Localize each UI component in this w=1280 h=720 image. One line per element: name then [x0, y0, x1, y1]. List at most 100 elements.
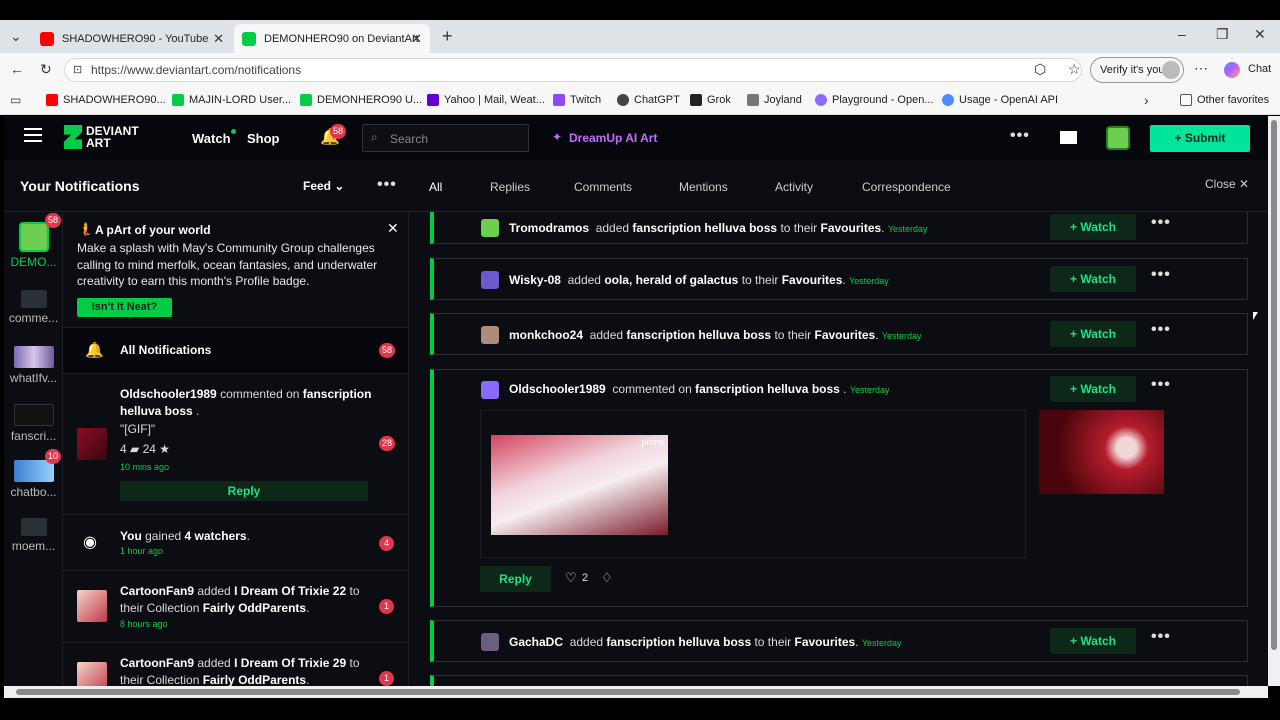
tab-activity[interactable]: Activity — [775, 180, 813, 194]
count-badge: 28 — [379, 436, 396, 451]
close-button[interactable]: Close ✕ — [1205, 177, 1249, 191]
site-info-icon[interactable]: ⊡ — [73, 59, 82, 81]
feed-row[interactable]: Tromodramos added fanscription helluva b… — [430, 212, 1248, 244]
avatar — [77, 428, 107, 460]
profile-avatar — [1162, 61, 1180, 79]
scrollbar-thumb[interactable] — [16, 689, 1240, 695]
minimize-icon[interactable]: – — [1178, 26, 1186, 42]
feed-dropdown[interactable]: Feed ⌄ — [303, 179, 344, 193]
watch-button[interactable]: + Watch — [1050, 376, 1136, 402]
submit-button[interactable]: + Submit — [1150, 125, 1250, 152]
tab-replies[interactable]: Replies — [490, 180, 530, 194]
watch-button[interactable]: + Watch — [1050, 214, 1136, 240]
more-icon[interactable]: ••• — [1151, 376, 1171, 394]
bookmark-item[interactable]: Usage - OpenAI API — [942, 94, 1058, 106]
new-tab-icon[interactable]: + — [442, 26, 453, 47]
bookmark-item[interactable]: Joyland — [747, 94, 802, 106]
tab-youtube[interactable]: SHADOWHERO90 - YouTube ✕ — [32, 24, 232, 53]
close-tab-icon[interactable]: ✕ — [213, 31, 224, 47]
bookmark-item[interactable]: Yahoo | Mail, Weat... — [427, 94, 545, 106]
dislike-icon[interactable]: ♢ — [601, 570, 613, 586]
rail-item[interactable]: fanscri... — [4, 404, 63, 443]
more-icon[interactable]: ••• — [1010, 127, 1030, 145]
back-icon[interactable]: ← — [10, 61, 24, 77]
gif-image[interactable]: prime — [491, 435, 668, 535]
bookmark-item[interactable]: Grok — [690, 94, 731, 106]
favorites-icon[interactable]: ☆ — [1068, 61, 1081, 78]
chat-button[interactable]: Chat — [1248, 63, 1271, 75]
bookmark-item[interactable]: Playground - Open... — [815, 94, 934, 106]
more-icon[interactable]: ••• — [1151, 628, 1171, 646]
reading-list-icon[interactable]: ▭ — [10, 93, 21, 107]
tab-correspondence[interactable]: Correspondence — [862, 180, 951, 194]
close-icon[interactable]: ✕ — [387, 220, 399, 237]
feed-row[interactable]: monkchoo24 added fanscription helluva bo… — [430, 313, 1248, 355]
youtube-icon — [40, 31, 54, 46]
watch-button[interactable]: + Watch — [1050, 628, 1136, 654]
feed-row[interactable]: GachaDC added fanscription helluva boss … — [430, 620, 1248, 662]
deviation-thumbnail[interactable] — [1039, 410, 1164, 494]
bookmark-item[interactable]: SHADOWHERO90... — [46, 94, 166, 106]
bookmark-item[interactable]: DEMONHERO90 U... — [300, 94, 422, 106]
tab-deviantart[interactable]: DEMONHERO90 on DeviantArt ✕ — [234, 24, 430, 53]
list-item[interactable]: CartoonFan9 added I Dream Of Trixie 29 t… — [63, 643, 408, 686]
refresh-icon[interactable]: ↻ — [40, 61, 52, 78]
comment-card[interactable]: Oldschooler1989 commented on fanscriptio… — [430, 369, 1248, 607]
rail-item[interactable]: moem... — [4, 518, 63, 553]
watch-button[interactable]: + Watch — [1050, 266, 1136, 292]
reply-button[interactable]: Reply — [480, 566, 551, 592]
list-item[interactable]: ◉ You gained 4 watchers. 1 hour ago 4 — [63, 515, 408, 571]
feed-row[interactable] — [430, 675, 1248, 686]
tab-list-icon[interactable]: ⌄ — [10, 28, 22, 45]
rail-item[interactable]: comme... — [4, 290, 63, 325]
close-tab-icon[interactable]: ✕ — [411, 31, 422, 47]
bookmark-item[interactable]: Twitch — [553, 94, 601, 106]
menu-icon[interactable] — [24, 128, 42, 130]
rail-item[interactable]: DEMO... — [4, 222, 63, 269]
user-avatar[interactable] — [1106, 126, 1130, 150]
vertical-scrollbar[interactable] — [1268, 116, 1280, 686]
scrollbar-thumb[interactable] — [1271, 120, 1277, 650]
bookmark-label: Yahoo | Mail, Weat... — [444, 94, 545, 106]
bookmark-item[interactable]: ChatGPT — [617, 94, 680, 106]
reply-button[interactable]: Reply — [120, 481, 368, 501]
tab-mentions[interactable]: Mentions — [679, 180, 728, 194]
avatar — [481, 219, 499, 237]
copilot-icon[interactable] — [1224, 62, 1240, 78]
comment-body: prime — [480, 410, 1026, 558]
tab-comments[interactable]: Comments — [574, 180, 632, 194]
extensions-icon[interactable]: ⬡ — [1034, 61, 1046, 78]
feed-row[interactable]: Wisky-08 added oola, herald of galactus … — [430, 258, 1248, 300]
watch-link[interactable]: Watch — [192, 131, 231, 146]
deviantart-icon — [242, 31, 256, 46]
deviantart-logo-icon[interactable] — [64, 125, 82, 149]
logo-text[interactable]: DEVIANT ART — [86, 125, 156, 149]
panel-more-icon[interactable]: ••• — [377, 176, 397, 194]
horizontal-scrollbar[interactable] — [4, 686, 1268, 698]
all-notifications-row[interactable]: 🔔 All Notifications 58 — [63, 328, 408, 374]
shop-link[interactable]: Shop — [247, 131, 280, 146]
mail-icon[interactable] — [1060, 131, 1077, 144]
more-icon[interactable]: ••• — [1151, 266, 1171, 284]
bookmark-item[interactable]: MAJIN-LORD User... — [172, 94, 291, 106]
more-icon[interactable]: ••• — [1151, 214, 1171, 232]
maximize-icon[interactable]: ❐ — [1216, 26, 1229, 43]
watch-button[interactable]: + Watch — [1050, 321, 1136, 347]
banner-button[interactable]: Isn't It Neat? — [77, 298, 172, 317]
tab-all[interactable]: All — [429, 180, 442, 194]
list-item[interactable]: Oldschooler1989 commented on fanscriptio… — [63, 374, 408, 515]
search-input[interactable]: ⌕ Search — [362, 124, 529, 152]
more-icon[interactable]: ⋯ — [1194, 60, 1208, 77]
heart-icon[interactable]: ♡ — [565, 570, 577, 586]
gif-watermark: prime — [641, 437, 664, 447]
close-window-icon[interactable]: ✕ — [1254, 26, 1266, 43]
rail-item[interactable]: chatbo... — [4, 460, 63, 499]
list-item[interactable]: CartoonFan9 added I Dream Of Trixie 22 t… — [63, 571, 408, 643]
dreamup-link[interactable]: DreamUp AI Art — [569, 131, 657, 145]
rail-item[interactable]: whatIfv... — [4, 346, 63, 385]
chevron-right-icon[interactable]: › — [1144, 92, 1149, 108]
more-icon[interactable]: ••• — [1151, 321, 1171, 339]
url-input[interactable]: ⊡ https://www.deviantart.com/notificatio… — [64, 58, 1082, 82]
verify-button[interactable]: Verify it's you — [1090, 57, 1184, 83]
other-favorites[interactable]: Other favorites — [1180, 94, 1269, 106]
